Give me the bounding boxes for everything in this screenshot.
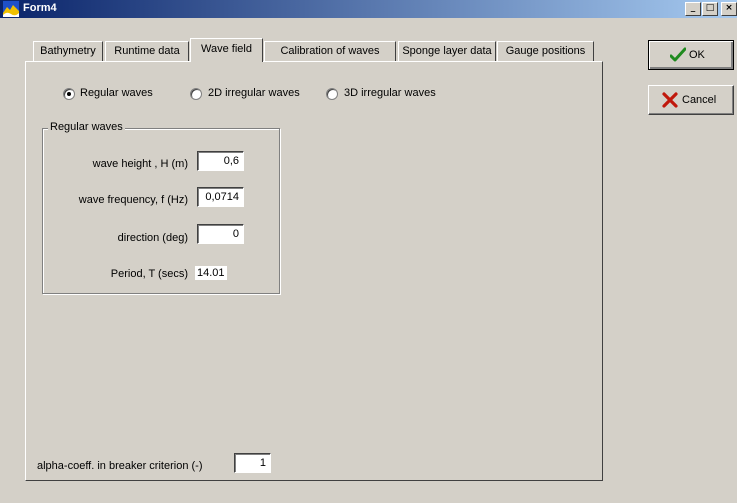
ok-label: OK bbox=[689, 49, 705, 61]
minimize-button[interactable]: _ bbox=[685, 2, 701, 16]
wave-field-panel bbox=[25, 61, 603, 481]
checkmark-icon bbox=[670, 47, 686, 62]
tab-calibration-of-waves[interactable]: Calibration of waves bbox=[264, 41, 396, 61]
tab-runtime-data[interactable]: Runtime data bbox=[105, 41, 189, 61]
close-button[interactable]: × bbox=[721, 2, 737, 16]
form4-window: Form4 _ □ × Bathymetry Runtime data Wave… bbox=[0, 0, 737, 503]
title-bar[interactable]: Form4 _ □ × bbox=[0, 0, 737, 18]
ok-button[interactable]: OK bbox=[648, 40, 734, 70]
app-icon bbox=[3, 1, 19, 17]
tab-gauge-positions[interactable]: Gauge positions bbox=[497, 41, 594, 61]
tab-wave-field[interactable]: Wave field bbox=[190, 38, 263, 62]
window-title: Form4 bbox=[23, 2, 57, 14]
cancel-x-icon bbox=[662, 92, 678, 108]
tab-bathymetry[interactable]: Bathymetry bbox=[33, 41, 103, 61]
cancel-button[interactable]: Cancel bbox=[648, 85, 734, 115]
cancel-label: Cancel bbox=[682, 94, 717, 106]
maximize-button[interactable]: □ bbox=[702, 2, 718, 16]
tab-sponge-layer-data[interactable]: Sponge layer data bbox=[398, 41, 496, 61]
